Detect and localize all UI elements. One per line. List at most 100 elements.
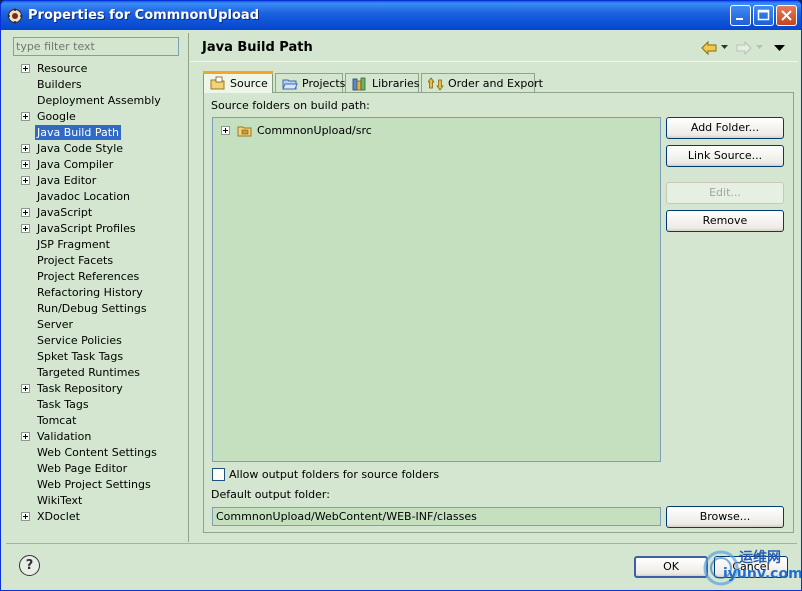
tree-item[interactable]: Java Code Style: [6, 141, 189, 157]
tree-item[interactable]: Tomcat: [6, 413, 189, 429]
expand-toggle[interactable]: [21, 384, 30, 393]
allow-output-folders-label: Allow output folders for source folders: [229, 468, 440, 481]
tree-item[interactable]: Run/Debug Settings: [6, 301, 189, 317]
tree-item[interactable]: Web Page Editor: [6, 461, 189, 477]
tree-item-label: Java Build Path: [35, 125, 122, 140]
help-button[interactable]: ?: [19, 555, 40, 576]
tree-item[interactable]: Task Repository: [6, 381, 189, 397]
source-folders-tree[interactable]: CommnonUpload/src: [212, 117, 661, 462]
expand-toggle[interactable]: [21, 160, 30, 169]
tree-item[interactable]: Resource: [6, 61, 189, 77]
tree-item[interactable]: Javadoc Location: [6, 189, 189, 205]
page-content: Java Build Path Source Projects Librarie…: [190, 33, 798, 542]
page-title: Java Build Path: [202, 40, 313, 55]
tree-item[interactable]: Task Tags: [6, 397, 189, 413]
default-output-folder-label: Default output folder:: [211, 488, 330, 501]
filter-input[interactable]: [13, 37, 179, 56]
tree-item[interactable]: Java Compiler: [6, 157, 189, 173]
back-arrow-icon[interactable]: [700, 40, 718, 56]
tree-item[interactable]: Refactoring History: [6, 285, 189, 301]
tab-label: Libraries: [372, 77, 420, 90]
libraries-icon: [352, 77, 366, 91]
browse-button[interactable]: Browse...: [666, 506, 784, 528]
tree-item[interactable]: Project Facets: [6, 253, 189, 269]
link-source-button[interactable]: Link Source...: [666, 145, 784, 167]
tree-item[interactable]: JavaScript Profiles: [6, 221, 189, 237]
tree-item[interactable]: XDoclet: [6, 509, 189, 525]
maximize-button[interactable]: [753, 5, 774, 26]
expand-toggle[interactable]: [221, 126, 230, 135]
back-dropdown-icon[interactable]: [721, 45, 728, 50]
add-folder-button[interactable]: Add Folder...: [666, 117, 784, 139]
source-folder-label: CommnonUpload/src: [257, 124, 372, 137]
tree-item-label: Project References: [37, 270, 140, 283]
minimize-button[interactable]: [730, 5, 751, 26]
tree-item[interactable]: Java Build Path: [6, 125, 189, 141]
tree-item[interactable]: Spket Task Tags: [6, 349, 189, 365]
properties-dialog: Properties for CommnonUpload Resource Bui…: [0, 0, 802, 591]
tree-item[interactable]: JSP Fragment: [6, 237, 189, 253]
projects-icon: [282, 79, 298, 90]
minimize-icon: [736, 18, 743, 20]
tree-item-label: Builders: [37, 78, 82, 91]
ok-button[interactable]: OK: [634, 556, 708, 578]
forward-arrow-icon[interactable]: [735, 40, 753, 56]
title-separator: [190, 61, 798, 62]
tree-item[interactable]: Deployment Assembly: [6, 93, 189, 109]
expand-toggle[interactable]: [21, 176, 30, 185]
tab-projects[interactable]: Projects: [275, 73, 346, 93]
edit-button[interactable]: Edit...: [666, 182, 784, 204]
tree-item[interactable]: Validation: [6, 429, 189, 445]
view-menu-icon[interactable]: [774, 45, 785, 52]
tree-item[interactable]: Web Project Settings: [6, 477, 189, 493]
tree-item-label: Validation: [37, 430, 92, 443]
tab-order-and-export[interactable]: Order and Export: [421, 73, 543, 93]
tree-item-label: Javadoc Location: [37, 190, 131, 203]
default-output-folder-field[interactable]: CommnonUpload/WebContent/WEB-INF/classes: [212, 507, 661, 526]
remove-button[interactable]: Remove: [666, 210, 784, 232]
tree-item-label: JavaScript: [37, 206, 93, 219]
tree-item-label: Run/Debug Settings: [37, 302, 147, 315]
tree-item-label: Web Page Editor: [37, 462, 128, 475]
expand-toggle[interactable]: [21, 224, 30, 233]
tree-item-label: Service Policies: [37, 334, 122, 347]
forward-dropdown-icon[interactable]: [756, 45, 763, 50]
tree-item[interactable]: JavaScript: [6, 205, 189, 221]
allow-output-folders-option[interactable]: Allow output folders for source folders: [212, 467, 512, 483]
tree-item[interactable]: Builders: [6, 77, 189, 93]
tab-label: Projects: [302, 77, 346, 90]
tree-item-label: Web Content Settings: [37, 446, 157, 459]
tab-libraries[interactable]: Libraries: [345, 73, 420, 93]
tree-item-label: Spket Task Tags: [37, 350, 124, 363]
expand-toggle[interactable]: [21, 432, 30, 441]
tree-item-label: Refactoring History: [37, 286, 143, 299]
tree-item[interactable]: Web Content Settings: [6, 445, 189, 461]
expand-toggle[interactable]: [21, 64, 30, 73]
footer-separator: [6, 543, 797, 544]
tree-item[interactable]: Service Policies: [6, 333, 189, 349]
package-folder-icon: [237, 126, 252, 137]
tree-item[interactable]: Java Editor: [6, 173, 189, 189]
tree-item-label: Java Compiler: [37, 158, 114, 171]
close-window-button[interactable]: [776, 5, 797, 26]
expand-toggle[interactable]: [21, 112, 30, 121]
expand-toggle[interactable]: [21, 144, 30, 153]
tree-item[interactable]: Targeted Runtimes: [6, 365, 189, 381]
title-bar[interactable]: Properties for CommnonUpload: [1, 1, 801, 30]
order-export-icon: [428, 77, 444, 91]
expand-toggle[interactable]: [21, 512, 30, 521]
tree-item-label: WikiText: [37, 494, 83, 507]
tree-item[interactable]: Google: [6, 109, 189, 125]
tab-label: Source: [230, 77, 268, 90]
tree-item[interactable]: WikiText: [6, 493, 189, 509]
tree-item[interactable]: Server: [6, 317, 189, 333]
source-folders-heading: Source folders on build path:: [211, 99, 370, 112]
tab-source[interactable]: Source: [203, 71, 273, 93]
cancel-button[interactable]: Cancel: [714, 556, 788, 578]
tree-item[interactable]: Project References: [6, 269, 189, 285]
expand-toggle[interactable]: [21, 208, 30, 217]
tree-item-label: JSP Fragment: [37, 238, 110, 251]
source-folder-row[interactable]: CommnonUpload/src: [221, 123, 521, 139]
tree-item-label: Deployment Assembly: [37, 94, 161, 107]
allow-output-folders-checkbox[interactable]: [212, 468, 225, 481]
